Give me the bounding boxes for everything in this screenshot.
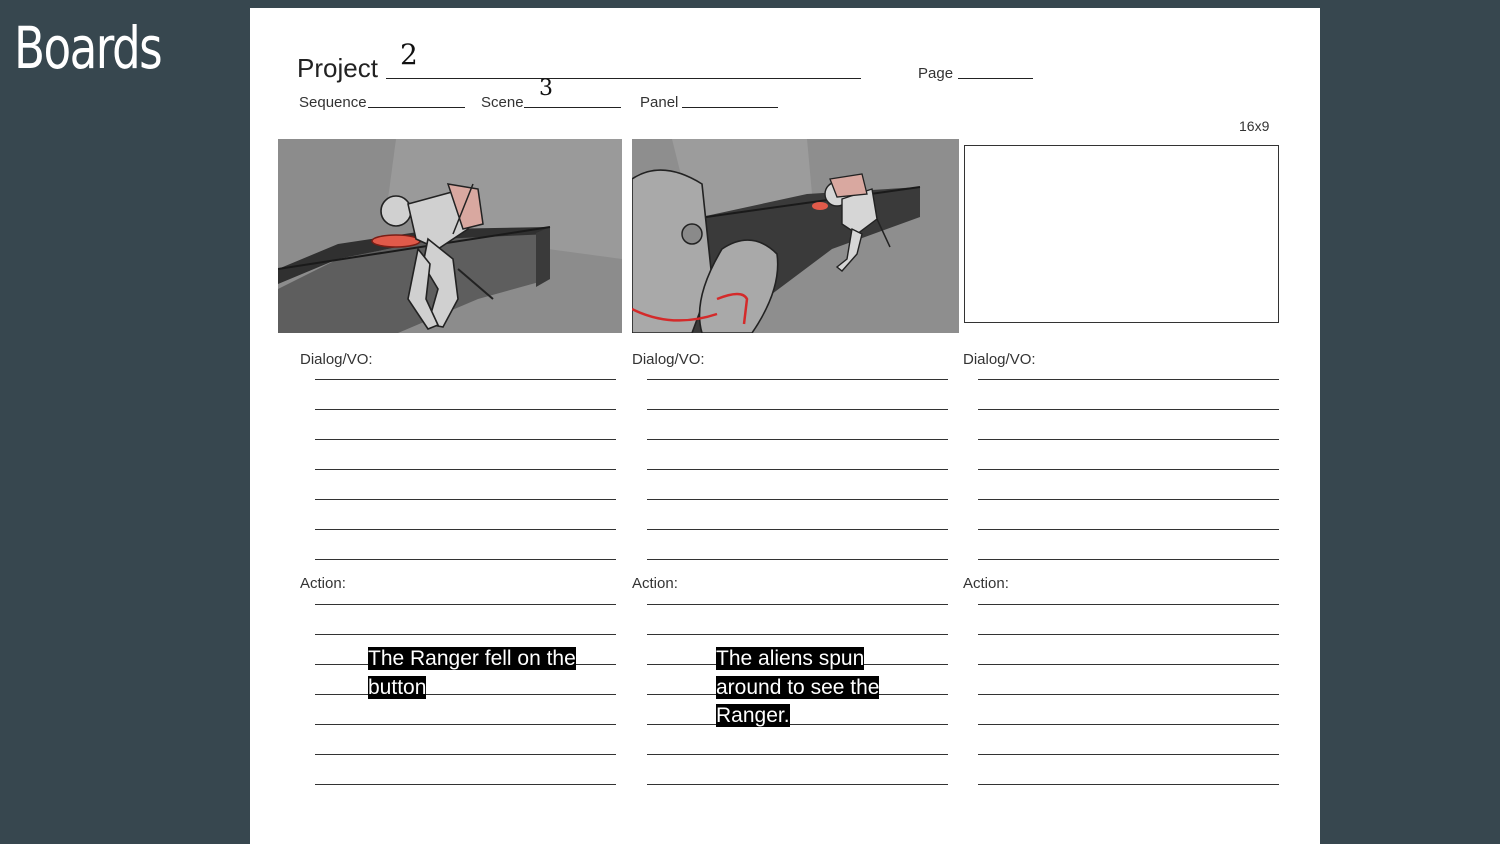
project-value: 2 <box>400 38 418 71</box>
dialog-label-3: Dialog/VO: <box>963 351 1036 368</box>
action-line <box>978 784 1279 785</box>
dialog-line <box>978 499 1279 500</box>
action-line <box>978 754 1279 755</box>
aspect-ratio-label: 16x9 <box>1239 118 1270 134</box>
action-note-line: around to see the <box>716 675 880 699</box>
action-line <box>978 634 1279 635</box>
dialog-line <box>647 529 948 530</box>
dialog-line <box>978 529 1279 530</box>
action-note-line: The Ranger fell on the <box>368 647 576 670</box>
sequence-label: Sequence <box>299 94 367 111</box>
dialog-label-2: Dialog/VO: <box>632 351 705 368</box>
dialog-line <box>978 379 1279 380</box>
scene-label: Scene <box>481 94 524 111</box>
action-line <box>315 724 616 725</box>
dialog-line <box>978 409 1279 410</box>
action-label-1: Action: <box>300 575 346 592</box>
scene-value: 3 <box>539 76 553 101</box>
action-line <box>978 664 1279 665</box>
action-line <box>978 694 1279 695</box>
storyboard-panel-2 <box>632 139 959 333</box>
action-line <box>978 724 1279 725</box>
dialog-line <box>315 559 616 560</box>
action-label-2: Action: <box>632 575 678 592</box>
scene-line <box>524 107 621 108</box>
sequence-line <box>368 107 465 108</box>
action-line <box>647 634 948 635</box>
storyboard-sheet: Project 2 Page Sequence Scene 3 Panel 16… <box>250 8 1320 844</box>
action-line <box>647 754 948 755</box>
action-note-line: The aliens spun <box>716 647 865 670</box>
dialog-line <box>647 439 948 440</box>
project-line <box>386 78 861 79</box>
dialog-line <box>315 499 616 500</box>
storyboard-panel-3 <box>964 145 1279 323</box>
action-line <box>978 604 1279 605</box>
dialog-line <box>978 559 1279 560</box>
dialog-line <box>978 469 1279 470</box>
page-label: Page <box>918 65 954 82</box>
action-note-1: The Ranger fell on the button <box>368 645 576 702</box>
action-note-2: The aliens spun around to see the Ranger… <box>716 645 880 731</box>
ranger-on-button-sketch <box>278 139 622 333</box>
dialog-line <box>647 559 948 560</box>
dialog-line <box>647 379 948 380</box>
dialog-line <box>315 469 616 470</box>
dialog-line <box>978 439 1279 440</box>
action-line <box>315 604 616 605</box>
page-line <box>958 78 1033 79</box>
panel-line <box>682 107 778 108</box>
project-label: Project <box>297 53 378 83</box>
dialog-line <box>315 379 616 380</box>
dialog-line <box>315 529 616 530</box>
action-line <box>315 754 616 755</box>
dialog-line <box>315 439 616 440</box>
action-note-line: Ranger. <box>716 704 790 727</box>
action-label-3: Action: <box>963 575 1009 592</box>
dialog-line <box>647 469 948 470</box>
storyboard-panel-1 <box>278 139 622 333</box>
action-line <box>315 784 616 785</box>
dialog-line <box>647 409 948 410</box>
action-line <box>647 784 948 785</box>
action-note-line: button <box>368 675 427 699</box>
dialog-label-1: Dialog/VO: <box>300 351 373 368</box>
action-line <box>315 634 616 635</box>
action-line <box>647 604 948 605</box>
dialog-line <box>315 409 616 410</box>
dialog-line <box>647 499 948 500</box>
panel-label: Panel <box>640 94 679 111</box>
slide-title: Boards <box>14 14 163 82</box>
aliens-turn-sketch <box>632 139 959 333</box>
